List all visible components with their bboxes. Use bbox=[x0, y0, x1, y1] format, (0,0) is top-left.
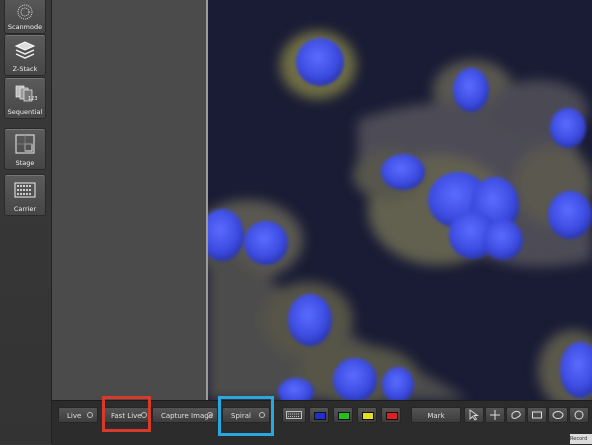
left-tool-panel: Scanmode Z-Stack 123 Sequential Stage Ca… bbox=[0, 0, 52, 444]
side-pane bbox=[52, 0, 206, 400]
live-indicator-icon bbox=[87, 412, 93, 418]
carrier-button[interactable]: Carrier bbox=[4, 174, 46, 216]
stage-button[interactable]: Stage bbox=[4, 128, 46, 170]
mark-button[interactable]: Mark bbox=[411, 407, 461, 423]
crosshair-icon bbox=[490, 410, 500, 420]
freehand-shape-icon bbox=[511, 410, 521, 419]
rectangle-tool-button[interactable] bbox=[527, 407, 547, 423]
z-stack-button[interactable]: Z-Stack bbox=[4, 34, 46, 76]
channel-green-button[interactable] bbox=[333, 407, 353, 423]
fast-live-highlight bbox=[102, 396, 151, 432]
stage-icon bbox=[15, 134, 35, 154]
pointer-icon bbox=[469, 409, 479, 421]
stage-label: Stage bbox=[15, 159, 35, 167]
capture-image-indicator-icon bbox=[207, 412, 213, 418]
freehand-tool-button[interactable] bbox=[506, 407, 526, 423]
ellipse-icon bbox=[552, 411, 564, 419]
carrier-label: Carrier bbox=[13, 205, 37, 213]
live-button[interactable]: Live bbox=[58, 407, 98, 423]
carrier-icon bbox=[14, 182, 36, 198]
rectangle-icon bbox=[532, 411, 542, 419]
scanmode-button[interactable]: Scanmode bbox=[4, 0, 46, 34]
fluorescence-image bbox=[208, 31, 592, 400]
channel-yellow-button[interactable] bbox=[357, 407, 377, 423]
channel-blue-swatch bbox=[314, 412, 326, 420]
z-stack-label: Z-Stack bbox=[12, 65, 38, 73]
corner-label: Record bbox=[570, 434, 592, 444]
sequential-icon: 123 bbox=[15, 85, 37, 102]
scanmode-label: Scanmode bbox=[7, 23, 43, 31]
channel-red-swatch bbox=[386, 412, 398, 420]
scanmode-icon bbox=[17, 4, 33, 20]
keyboard-button[interactable] bbox=[282, 407, 306, 423]
channel-green-swatch bbox=[338, 412, 350, 420]
crosshair-tool-button[interactable] bbox=[485, 407, 505, 423]
sequential-button[interactable]: 123 Sequential bbox=[4, 77, 46, 119]
capture-image-button[interactable]: Capture Image bbox=[152, 407, 218, 423]
mark-label: Mark bbox=[427, 412, 445, 420]
pointer-tool-button[interactable] bbox=[464, 407, 484, 423]
circle-tool-button[interactable] bbox=[569, 407, 589, 423]
live-label: Live bbox=[67, 412, 82, 420]
spiral-highlight bbox=[218, 396, 274, 436]
sequential-label: Sequential bbox=[7, 108, 43, 116]
channel-blue-button[interactable] bbox=[309, 407, 329, 423]
capture-image-label: Capture Image bbox=[161, 412, 213, 420]
z-stack-icon bbox=[14, 41, 36, 59]
channel-red-button[interactable] bbox=[381, 407, 401, 423]
channel-yellow-swatch bbox=[362, 412, 374, 420]
circle-icon bbox=[574, 410, 584, 420]
microscope-image-view[interactable] bbox=[208, 0, 592, 400]
ellipse-tool-button[interactable] bbox=[548, 407, 568, 423]
svg-text:123: 123 bbox=[28, 96, 37, 102]
keyboard-icon bbox=[286, 411, 302, 419]
